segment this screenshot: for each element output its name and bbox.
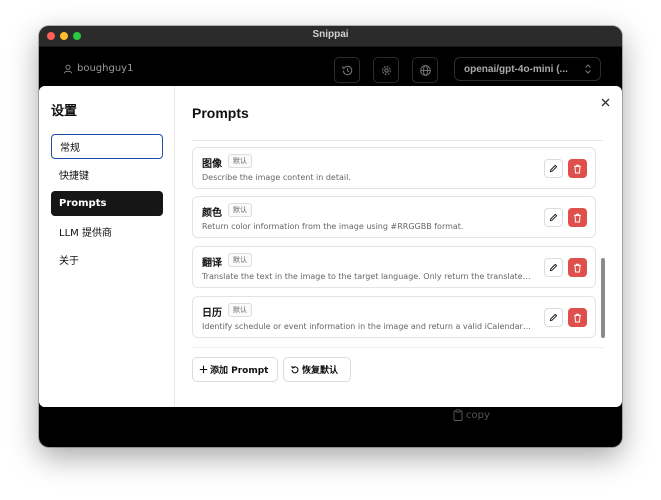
prompt-description: Translate the text in the image to the t…: [202, 272, 532, 281]
delete-prompt-button[interactable]: [568, 208, 587, 227]
edit-prompt-button[interactable]: [544, 208, 563, 227]
sidebar-title: 设置: [51, 104, 78, 119]
settings-dialog: 设置 常规 快捷键 Prompts LLM 提供商 关于 Prompts 图像 …: [39, 86, 622, 407]
prompt-card: 翻译 默认 Translate the text in the image to…: [192, 246, 596, 288]
pencil-icon: [549, 164, 558, 173]
user-account[interactable]: boughguy1: [63, 63, 133, 74]
sidebar-item-about[interactable]: 关于: [51, 247, 163, 272]
pencil-icon: [549, 313, 558, 322]
add-prompt-label: 添加 Prompt: [210, 366, 269, 376]
title-bar: Snippai: [39, 26, 622, 47]
language-button[interactable]: [412, 57, 438, 83]
settings-sidebar: 设置 常规 快捷键 Prompts LLM 提供商 关于: [39, 86, 175, 407]
user-icon: [63, 64, 73, 73]
model-select[interactable]: openai/gpt-4o-mini (...: [454, 57, 601, 81]
pencil-icon: [549, 263, 558, 272]
trash-icon: [574, 213, 581, 223]
prompt-name: 颜色: [202, 208, 222, 219]
add-prompt-button[interactable]: 添加 Prompt: [192, 357, 278, 382]
prompt-list-scrollbar[interactable]: [601, 258, 605, 338]
default-badge: 默认: [228, 303, 252, 317]
delete-prompt-button[interactable]: [568, 308, 587, 327]
prompt-card: 颜色 默认 Return color information from the …: [192, 196, 596, 238]
close-icon: [601, 98, 609, 106]
prompt-card: 图像 默认 Describe the image content in deta…: [192, 147, 596, 189]
copy-label: copy: [466, 409, 490, 421]
page-title: Prompts: [192, 105, 249, 121]
app-window: Snippai boughguy1 openai/gpt-4o-mini (..…: [39, 26, 622, 447]
edit-prompt-button[interactable]: [544, 159, 563, 178]
reset-defaults-button[interactable]: 恢复默认: [283, 357, 351, 382]
default-badge: 默认: [228, 154, 252, 168]
select-chevron-icon: [585, 64, 591, 74]
username: boughguy1: [77, 63, 134, 74]
reset-defaults-label: 恢复默认: [302, 366, 339, 376]
trash-icon: [574, 263, 581, 273]
trash-icon: [574, 164, 581, 174]
delete-prompt-button[interactable]: [568, 258, 587, 277]
default-badge: 默认: [228, 253, 252, 267]
window-title: Snippai: [312, 29, 349, 40]
model-select-value: openai/gpt-4o-mini (...: [464, 63, 568, 75]
header-divider: [192, 140, 603, 141]
prompt-description: Return color information from the image …: [202, 222, 464, 231]
edit-prompt-button[interactable]: [544, 308, 563, 327]
prompt-description: Identify schedule or event information i…: [202, 322, 532, 331]
copy-button[interactable]: copy: [453, 409, 490, 421]
globe-icon: [419, 64, 431, 76]
default-badge: 默认: [228, 203, 252, 217]
reset-icon: [291, 365, 299, 373]
plus-icon: [199, 365, 208, 374]
sidebar-item-general[interactable]: 常规: [51, 134, 163, 159]
prompt-name: 日历: [202, 308, 222, 319]
close-dialog-button[interactable]: [598, 95, 612, 109]
footer-divider: [192, 347, 603, 348]
prompt-card: 日历 默认 Identify schedule or event informa…: [192, 296, 596, 338]
prompt-description: Describe the image content in detail.: [202, 173, 351, 182]
settings-button[interactable]: [373, 57, 399, 83]
pencil-icon: [549, 213, 558, 222]
clipboard-icon: [453, 409, 463, 421]
history-button[interactable]: [334, 57, 360, 83]
prompt-name: 图像: [202, 159, 222, 170]
delete-prompt-button[interactable]: [568, 159, 587, 178]
gear-icon: [381, 65, 391, 75]
settings-content: Prompts 图像 默认 Describe the image content…: [174, 86, 622, 407]
history-icon: [341, 65, 352, 75]
trash-icon: [574, 313, 581, 323]
sidebar-item-prompts[interactable]: Prompts: [51, 191, 163, 216]
edit-prompt-button[interactable]: [544, 258, 563, 277]
prompt-name: 翻译: [202, 258, 222, 269]
sidebar-item-shortcuts[interactable]: 快捷键: [51, 162, 163, 187]
sidebar-item-llm-providers[interactable]: LLM 提供商: [51, 219, 163, 244]
